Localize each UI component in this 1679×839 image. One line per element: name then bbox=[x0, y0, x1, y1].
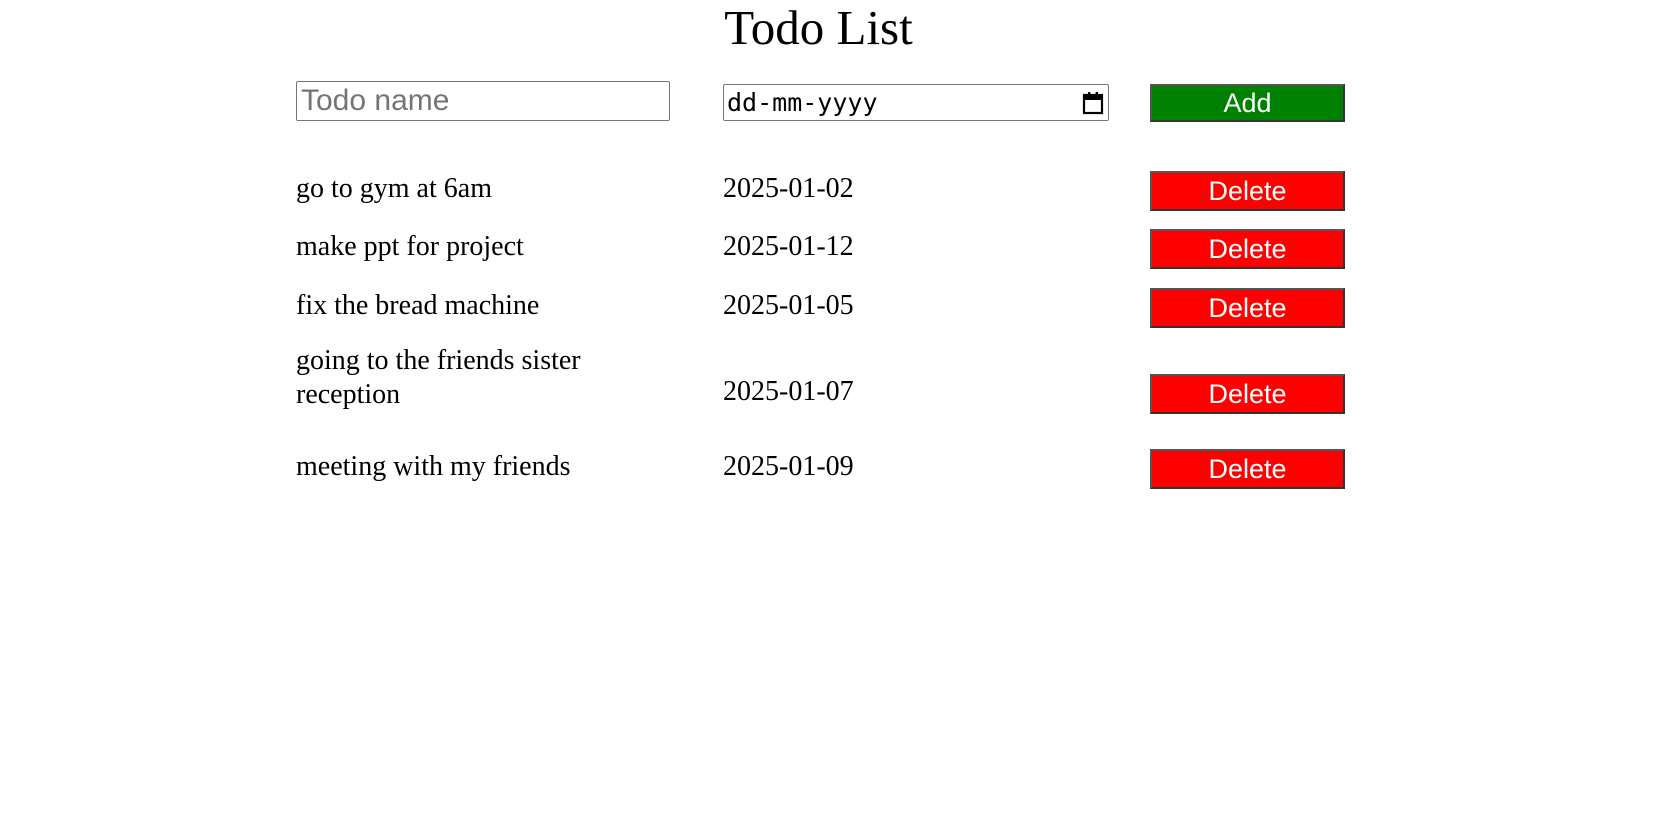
todo-name: make ppt for project bbox=[296, 231, 524, 262]
todo-name-input[interactable] bbox=[296, 81, 670, 121]
calendar-icon[interactable] bbox=[1082, 91, 1104, 115]
date-input-placeholder: dd-mm-yyyy bbox=[727, 88, 878, 117]
todo-name: go to gym at 6am bbox=[296, 173, 492, 204]
delete-button[interactable]: Delete bbox=[1150, 288, 1345, 328]
todo-date: 2025-01-05 bbox=[723, 290, 854, 321]
todo-date: 2025-01-02 bbox=[723, 173, 854, 204]
delete-button[interactable]: Delete bbox=[1150, 229, 1345, 269]
todo-entry-form: dd-mm-yyyy Add bbox=[296, 81, 1346, 127]
todo-date-input[interactable]: dd-mm-yyyy bbox=[723, 84, 1109, 121]
delete-button[interactable]: Delete bbox=[1150, 449, 1345, 489]
delete-button[interactable]: Delete bbox=[1150, 374, 1345, 414]
todo-date: 2025-01-12 bbox=[723, 231, 854, 262]
todo-date: 2025-01-09 bbox=[723, 451, 854, 482]
delete-button[interactable]: Delete bbox=[1150, 171, 1345, 211]
todo-date: 2025-01-07 bbox=[723, 376, 854, 407]
todo-name: meeting with my friends bbox=[296, 451, 571, 482]
page-title: Todo List bbox=[724, 0, 913, 55]
todo-name: going to the friends sister reception bbox=[296, 345, 581, 410]
todo-name: fix the bread machine bbox=[296, 290, 540, 321]
add-todo-button[interactable]: Add bbox=[1150, 84, 1345, 122]
